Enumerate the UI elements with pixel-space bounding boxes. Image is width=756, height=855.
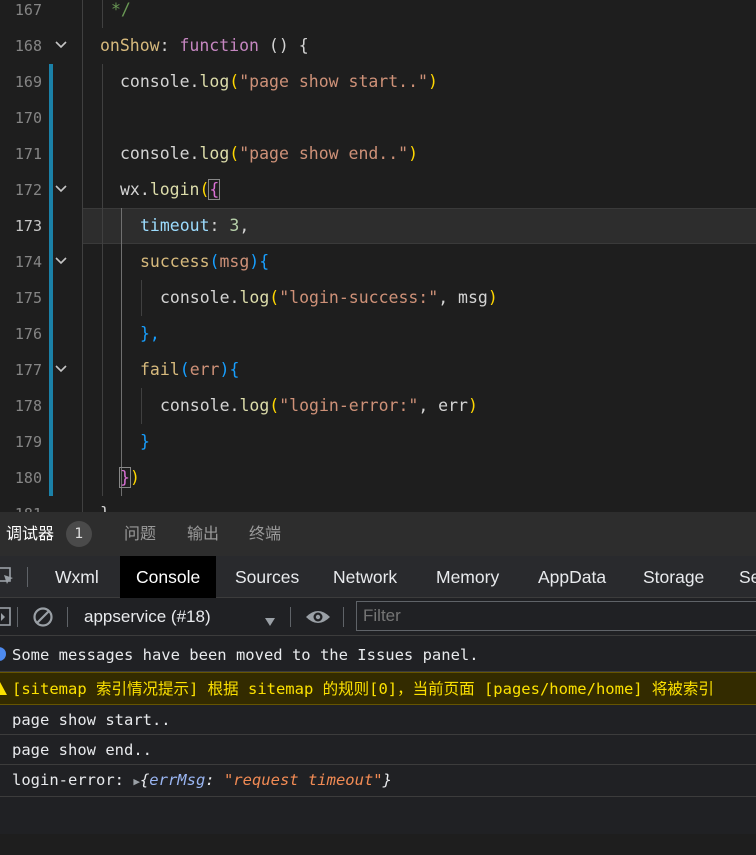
tab-security[interactable]: Se	[723, 556, 756, 598]
console-filter-input[interactable]	[356, 601, 756, 631]
console-info-message: Some messages have been moved to the Iss…	[0, 636, 756, 672]
code-line: 177 fail(err){	[0, 352, 756, 388]
object-preview[interactable]: {errMsg: "request timeout"}	[140, 771, 392, 789]
tab-memory[interactable]: Memory	[420, 556, 515, 598]
tab-issues[interactable]: 问题	[124, 512, 156, 556]
tab-storage[interactable]: Storage	[627, 556, 720, 598]
fold-chevron-icon[interactable]	[52, 172, 68, 208]
console-output[interactable]: Some messages have been moved to the Iss…	[0, 636, 756, 834]
fold-chevron-icon[interactable]	[52, 28, 68, 64]
code-editor[interactable]: 167 */ 168 onShow: function () { 169 con…	[0, 0, 756, 512]
line-number: 181	[0, 496, 42, 512]
code-line: 172 wx.login({	[0, 172, 756, 208]
console-log-message: page show end..	[0, 735, 756, 765]
line-number: 178	[14, 397, 42, 415]
code-line: 171 console.log("page show end..")	[0, 136, 756, 172]
line-number: 177	[14, 361, 42, 379]
line-number: 167	[14, 1, 42, 19]
fold-chevron-icon[interactable]	[52, 244, 68, 280]
code-line: 169 console.log("page show start..")	[0, 64, 756, 100]
clear-console-icon[interactable]	[32, 606, 54, 632]
code-line: 181 }	[0, 496, 756, 512]
code-line: 179 }	[0, 424, 756, 460]
expand-triangle-icon[interactable]: ▶	[133, 775, 140, 788]
console-warning-message: [sitemap 索引情况提示] 根据 sitemap 的规则[0]，当前页面 …	[0, 672, 756, 705]
sidebar-toggle-icon[interactable]	[0, 607, 12, 631]
toolbar-divider	[67, 607, 68, 627]
toolbar-divider	[27, 567, 28, 587]
line-number: 169	[14, 73, 42, 91]
toolbar-divider	[290, 607, 291, 627]
tab-console[interactable]: Console	[120, 556, 216, 598]
code-line: 167 */	[0, 0, 756, 28]
dropdown-arrow-icon[interactable]	[264, 612, 276, 631]
console-log-message: page show start..	[0, 705, 756, 735]
tab-wxml[interactable]: Wxml	[39, 556, 115, 598]
eye-icon[interactable]	[305, 607, 331, 631]
console-toolbar: appservice (#18)	[0, 598, 756, 636]
line-number: 175	[14, 289, 42, 307]
code-line: 170	[0, 100, 756, 136]
code-line: 174 success(msg){	[0, 244, 756, 280]
code-line: 180 })	[0, 460, 756, 496]
code-line: 176 },	[0, 316, 756, 352]
line-number: 179	[14, 433, 42, 451]
context-selector[interactable]: appservice (#18)	[84, 598, 211, 636]
tab-sources[interactable]: Sources	[219, 556, 315, 598]
fold-chevron-icon[interactable]	[52, 352, 68, 388]
tab-terminal[interactable]: 终端	[249, 512, 281, 556]
line-number: 176	[14, 325, 42, 343]
toolbar-divider	[17, 607, 18, 627]
line-number: 168	[14, 37, 42, 55]
debugger-count-badge: 1	[66, 521, 92, 547]
line-number: 170	[14, 109, 42, 127]
tab-output[interactable]: 输出	[187, 512, 219, 556]
code-line-current: 173 timeout: 3,	[0, 208, 756, 244]
tab-appdata[interactable]: AppData	[522, 556, 622, 598]
line-number: 174	[14, 253, 42, 271]
devtools-tab-bar: Wxml Console Sources Network Memory AppD…	[0, 556, 756, 598]
line-number: 173	[14, 217, 42, 235]
inspect-element-icon[interactable]	[0, 567, 16, 591]
code-line: 168 onShow: function () {	[0, 28, 756, 64]
tab-debugger[interactable]: 调试器	[6, 512, 54, 556]
toolbar-divider	[343, 607, 344, 627]
line-number: 172	[14, 181, 42, 199]
console-log-message: login-error: ▶{errMsg: "request timeout"…	[0, 765, 756, 797]
line-number: 180	[14, 469, 42, 487]
bottom-panel-tabs: 调试器 1 问题 输出 终端	[0, 512, 756, 556]
tab-network[interactable]: Network	[317, 556, 413, 598]
code-line: 175 console.log("login-success:", msg)	[0, 280, 756, 316]
line-number: 171	[14, 145, 42, 163]
warning-icon	[0, 682, 7, 695]
info-icon	[0, 647, 6, 661]
code-line: 178 console.log("login-error:", err)	[0, 388, 756, 424]
